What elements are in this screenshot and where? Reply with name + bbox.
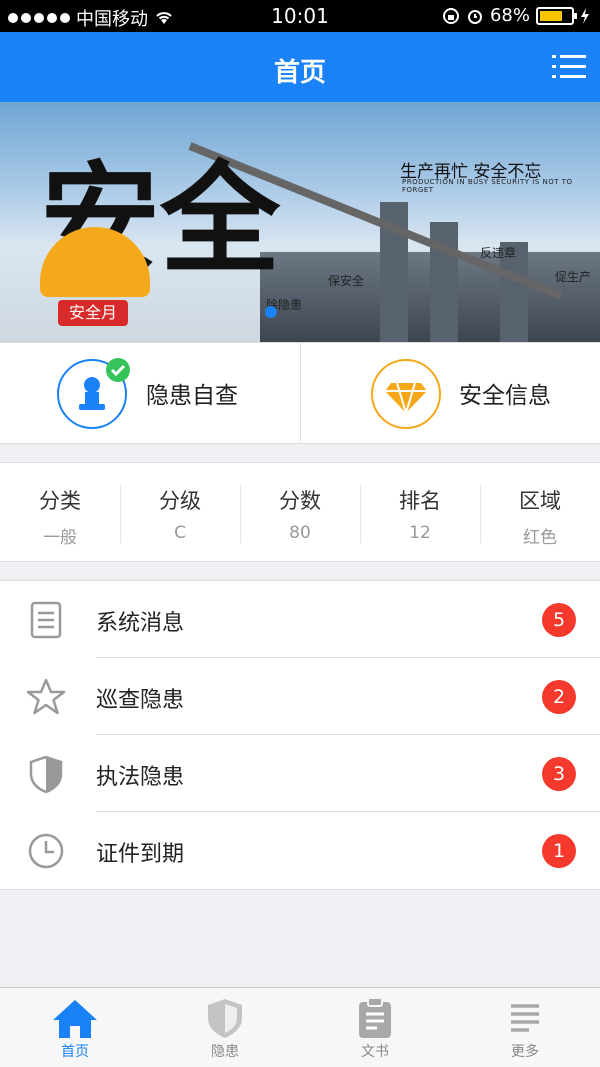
count-badge: 3 [542, 757, 576, 791]
menu-list: 系统消息 5 巡查隐患 2 执法隐患 3 证件到期 1 [0, 580, 600, 890]
quick-action-safety-info[interactable]: 安全信息 [300, 343, 600, 443]
diamond-icon [371, 359, 441, 429]
document-icon [30, 601, 62, 639]
page-title: 首页 [273, 58, 326, 88]
tab-label: 文书 [361, 1044, 389, 1060]
quick-actions: 隐患自查 安全信息 [0, 342, 600, 444]
clock-icon [28, 833, 64, 869]
list-menu-icon[interactable] [552, 53, 586, 81]
more-lines-icon [511, 1004, 539, 1032]
stat-level: 分级 C [120, 463, 240, 561]
count-badge: 5 [542, 603, 576, 637]
stamp-check-icon [57, 358, 130, 429]
stat-key: 分类 [39, 489, 81, 513]
quick-action-self-check[interactable]: 隐患自查 [0, 343, 300, 443]
count-badge: 1 [542, 834, 576, 868]
stat-key: 分级 [159, 489, 201, 513]
tab-home[interactable]: 首页 [0, 988, 150, 1067]
battery-icon [536, 6, 577, 25]
home-icon [53, 1000, 97, 1038]
stat-key: 分数 [279, 489, 321, 513]
status-bar: 中国移动 10:01 68% [0, 0, 600, 32]
stat-value: C [174, 523, 186, 543]
tab-label: 隐患 [211, 1044, 239, 1060]
shield-icon [29, 755, 63, 794]
stat-value: 12 [409, 523, 431, 543]
tab-more[interactable]: 更多 [450, 988, 600, 1067]
list-item-enforcement-hazards[interactable]: 执法隐患 3 [0, 735, 600, 812]
stat-value: 80 [289, 523, 311, 543]
stat-rank: 排名 12 [360, 463, 480, 561]
charging-icon [581, 7, 589, 24]
banner-carousel[interactable]: 安全 安全月 生产再忙 安全不忘 PRODUCTION IN BUSY SECU… [0, 102, 600, 342]
banner-tag: 促生产 [555, 270, 592, 284]
list-item-label: 系统消息 [96, 611, 185, 636]
list-item-patrol-hazards[interactable]: 巡查隐患 2 [0, 658, 600, 735]
stat-value: 红色 [523, 528, 557, 548]
stat-category: 分类 一般 [0, 463, 120, 561]
nav-bar: 首页 [0, 32, 600, 102]
tab-bar: 首页 隐患 文书 更多 [0, 987, 600, 1067]
quick-action-label: 安全信息 [459, 383, 551, 409]
stat-key: 区域 [519, 489, 561, 513]
list-item-label: 执法隐患 [96, 765, 185, 790]
shield-icon [208, 999, 242, 1038]
banner-tag: 保安全 [328, 274, 365, 288]
rotation-lock-icon [442, 7, 459, 24]
alarm-icon [467, 9, 482, 24]
tab-label: 首页 [61, 1044, 89, 1060]
stats-panel: 分类 一般 分级 C 分数 80 排名 12 区域 红色 [0, 462, 600, 562]
stat-value: 一般 [43, 528, 77, 548]
tab-label: 更多 [511, 1044, 539, 1060]
tab-documents[interactable]: 文书 [300, 988, 450, 1067]
stat-score: 分数 80 [240, 463, 360, 561]
status-right: 68% [442, 5, 590, 26]
banner-slogan-en: PRODUCTION IN BUSY SECURITY IS NOT TO FO… [402, 178, 573, 194]
list-item-system-messages[interactable]: 系统消息 5 [0, 581, 600, 658]
banner-badge: 安全月 [58, 300, 128, 326]
star-icon [26, 678, 66, 715]
list-item-label: 巡查隐患 [96, 688, 185, 713]
count-badge: 2 [542, 680, 576, 714]
quick-action-label: 隐患自查 [146, 383, 238, 409]
battery-percent: 68% [489, 5, 530, 26]
carousel-page-indicator[interactable] [265, 306, 277, 318]
list-item-label: 证件到期 [96, 842, 185, 867]
banner-tag: 反违章 [480, 246, 517, 260]
clipboard-icon [359, 997, 391, 1038]
stat-region: 区域 红色 [480, 463, 600, 561]
stat-key: 排名 [399, 489, 441, 513]
list-item-certificate-expiry[interactable]: 证件到期 1 [0, 812, 600, 889]
tab-hazards[interactable]: 隐患 [150, 988, 300, 1067]
